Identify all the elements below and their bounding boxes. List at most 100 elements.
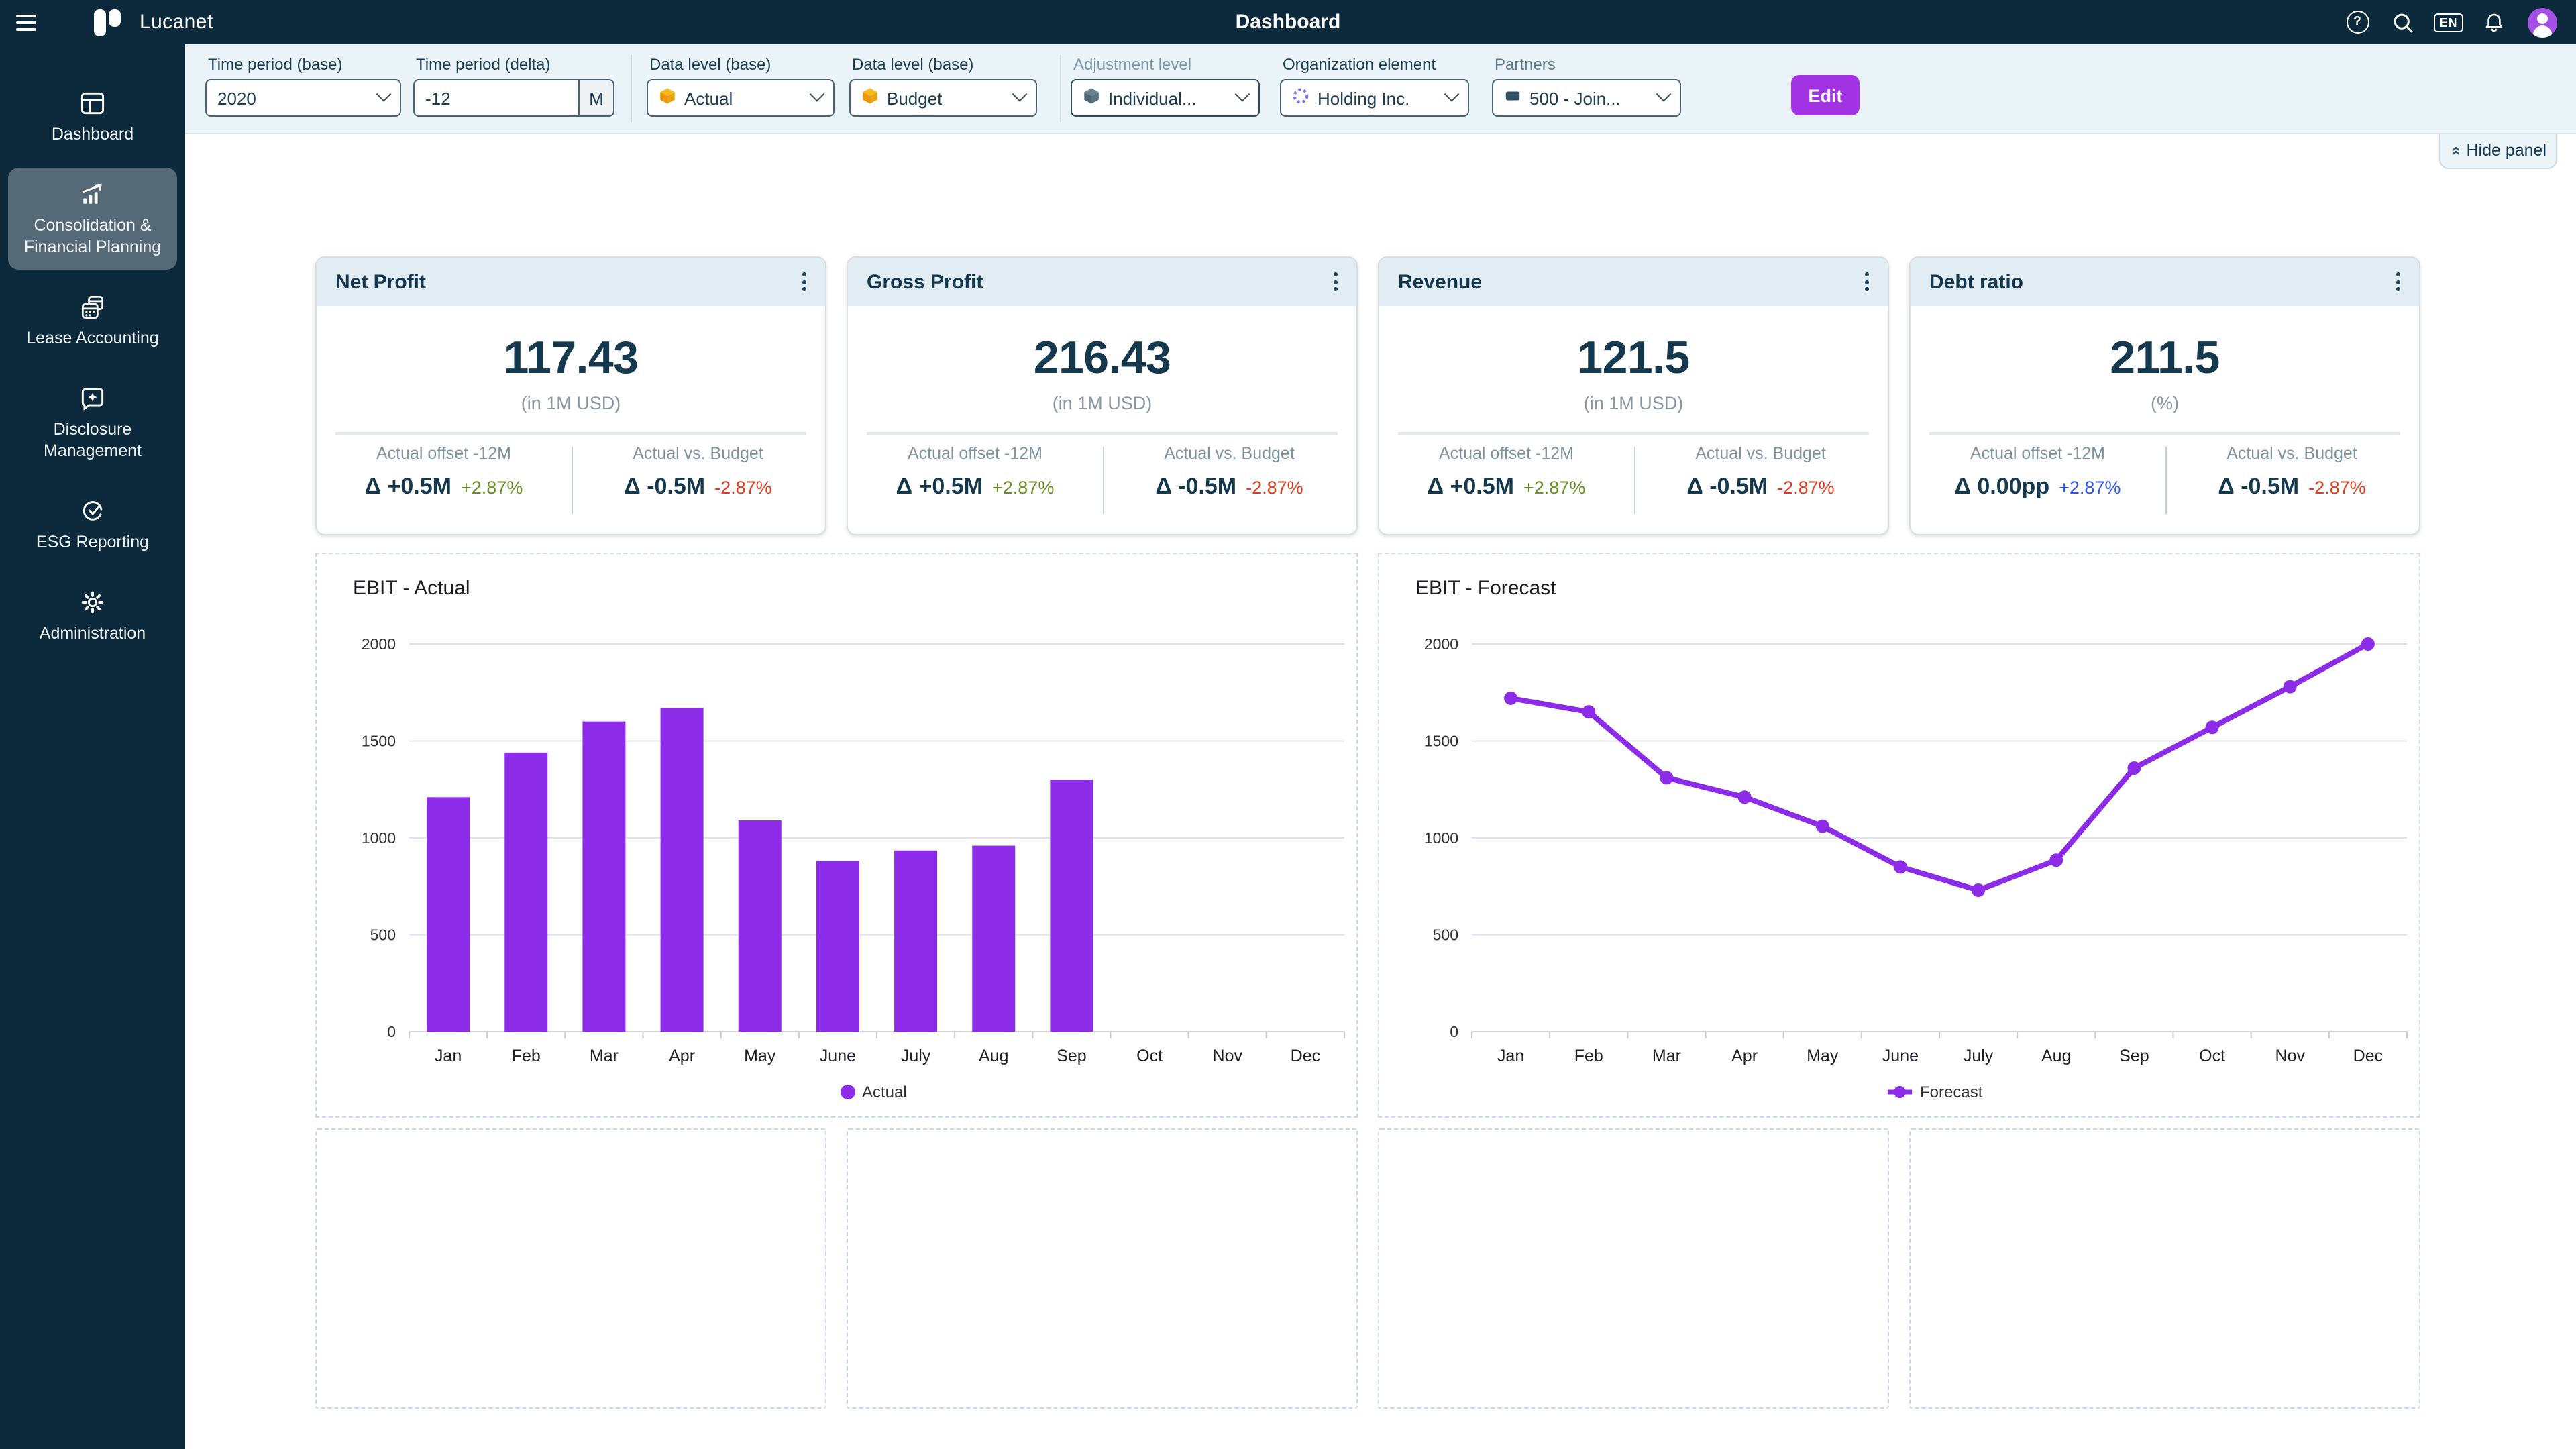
partners-select[interactable]: 500 - Join... (1492, 79, 1681, 117)
chevron-down-icon (376, 87, 392, 102)
svg-text:Nov: Nov (1213, 1046, 1243, 1065)
svg-text:Mar: Mar (590, 1046, 619, 1065)
svg-text:Jan: Jan (435, 1046, 462, 1065)
chart-title: EBIT - Actual (353, 577, 470, 600)
card-menu-icon[interactable] (1328, 267, 1343, 297)
chart-title: EBIT - Forecast (1415, 577, 1556, 600)
svg-text:Apr: Apr (669, 1046, 695, 1065)
data-level-base-select[interactable]: Actual (647, 79, 835, 117)
svg-text:500: 500 (1433, 926, 1458, 944)
notifications-bell-icon[interactable] (2482, 10, 2506, 34)
svg-text:Sep: Sep (2119, 1046, 2149, 1065)
delta-percent: +2.87% (1523, 477, 1585, 497)
delta-value: Δ -0.5M (2218, 473, 2299, 498)
sidebar-item-esg-reporting[interactable]: ESG Reporting (8, 484, 177, 565)
filter-label: Data level (base) (649, 55, 771, 74)
bar-chart-arrow-icon (78, 180, 107, 209)
delta-value: Δ 0.00pp (1955, 473, 2050, 498)
svg-text:1500: 1500 (1424, 733, 1458, 750)
divider (1633, 446, 1635, 513)
sidebar-item-lease-accounting[interactable]: Lease Accounting (8, 280, 177, 361)
sidebar-item-disclosure-management[interactable]: Disclosure Management (8, 372, 177, 474)
organization-element-select[interactable]: Holding Inc. (1280, 79, 1469, 117)
chevron-down-icon (1656, 87, 1672, 102)
card-title: Net Profit (335, 270, 797, 293)
delta-percent: +2.87% (461, 477, 523, 497)
data-level-budget-select[interactable]: Budget (849, 79, 1037, 117)
svg-text:Dec: Dec (2353, 1046, 2383, 1065)
svg-text:June: June (820, 1046, 856, 1065)
delta-value: Δ -0.5M (1155, 473, 1236, 498)
card-title: Gross Profit (867, 270, 1328, 293)
sidebar-item-label: Disclosure Management (16, 419, 169, 462)
card-menu-icon[interactable] (797, 267, 812, 297)
divider (1929, 432, 2400, 434)
svg-text:Actual: Actual (862, 1083, 907, 1102)
sidebar-item-dashboard[interactable]: Dashboard (8, 76, 177, 157)
filter-label: Organization element (1283, 55, 1436, 74)
gear-icon (78, 588, 107, 617)
filter-label: Data level (base) (852, 55, 973, 74)
time-period-delta-input[interactable]: -12 (413, 79, 580, 117)
chevron-down-icon (1012, 87, 1028, 102)
comparison-label: Actual vs. Budget (1633, 443, 1888, 462)
kpi-value: 117.43 (317, 333, 825, 385)
empty-grid-cell (1378, 1128, 1889, 1409)
svg-text:July: July (1964, 1046, 1994, 1065)
svg-text:Oct: Oct (1136, 1046, 1163, 1065)
comparison-label: Actual vs. Budget (571, 443, 825, 462)
card-menu-icon[interactable] (2391, 267, 2406, 297)
ebit-actual-chart-canvas: 0500100015002000JanFebMarAprMayJuneJulyA… (317, 554, 1355, 1115)
delta-percent: -2.87% (2308, 477, 2366, 497)
card-title: Revenue (1398, 270, 1860, 293)
delta-value: Δ +0.5M (896, 473, 983, 498)
kpi-unit: (in 1M USD) (1379, 393, 1888, 413)
empty-grid-cell (847, 1128, 1358, 1409)
svg-text:Dec: Dec (1291, 1046, 1320, 1065)
help-icon[interactable]: ? (2345, 10, 2369, 34)
divider (867, 432, 1338, 434)
kpi-card-revenue: Revenue 121.5 (in 1M USD) Actual offset … (1378, 256, 1889, 535)
svg-text:1500: 1500 (362, 733, 396, 750)
kpi-unit: (in 1M USD) (848, 393, 1356, 413)
square-dark-icon (1504, 87, 1521, 109)
svg-text:Feb: Feb (512, 1046, 541, 1065)
search-icon[interactable] (2391, 10, 2415, 34)
comparison-label: Actual vs. Budget (1102, 443, 1356, 462)
comparison-label: Actual offset -12M (848, 443, 1102, 462)
comparison-label: Actual vs. Budget (2165, 443, 2419, 462)
language-badge[interactable]: EN (2436, 10, 2461, 34)
svg-text:0: 0 (1450, 1023, 1458, 1040)
hide-panel-button[interactable]: » Hide panel (2439, 133, 2557, 169)
delta-value: Δ -0.5M (624, 473, 705, 498)
svg-text:Aug: Aug (979, 1046, 1008, 1065)
svg-text:2000: 2000 (1424, 635, 1458, 653)
user-avatar[interactable] (2528, 7, 2557, 37)
comparison-label: Actual offset -12M (317, 443, 571, 462)
sidebar: Dashboard Consolidation & Financial Plan… (0, 44, 185, 1449)
divider (335, 432, 806, 434)
double-chevron-up-icon: » (2445, 146, 2465, 155)
empty-grid-cell (315, 1128, 826, 1409)
chevron-down-icon (810, 87, 825, 102)
svg-text:July: July (901, 1046, 931, 1065)
chevron-down-icon (1444, 87, 1460, 102)
kpi-card-net-profit: Net Profit 117.43 (in 1M USD) Actual off… (315, 256, 826, 535)
delta-value: Δ +0.5M (365, 473, 451, 498)
svg-text:Forecast: Forecast (1920, 1083, 1983, 1102)
svg-text:June: June (1882, 1046, 1919, 1065)
adjustment-level-select[interactable]: Individual... (1071, 79, 1260, 117)
svg-text:Feb: Feb (1574, 1046, 1603, 1065)
time-period-base-select[interactable]: 2020 (205, 79, 401, 117)
sidebar-item-label: ESG Reporting (36, 531, 149, 553)
sidebar-item-label: Consolidation & Financial Planning (16, 215, 169, 258)
sidebar-item-administration[interactable]: Administration (8, 576, 177, 656)
delta-percent: +2.87% (2059, 477, 2121, 497)
card-menu-icon[interactable] (1860, 267, 1874, 297)
sidebar-item-consolidation-financial-planning[interactable]: Consolidation & Financial Planning (8, 168, 177, 270)
delta-percent: -2.87% (1246, 477, 1303, 497)
edit-button[interactable]: Edit (1791, 75, 1860, 115)
cube-gray-icon (1083, 87, 1100, 109)
svg-text:Mar: Mar (1652, 1046, 1681, 1065)
svg-text:Jan: Jan (1497, 1046, 1524, 1065)
